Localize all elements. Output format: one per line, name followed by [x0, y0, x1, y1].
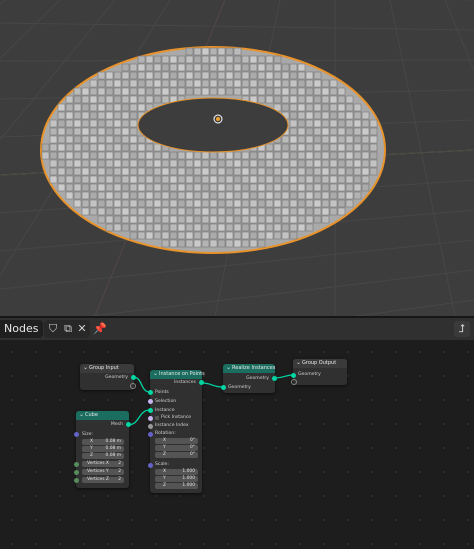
iop-points-socket[interactable]	[148, 390, 153, 395]
cube-vertices-x-label: Vertices X	[87, 461, 109, 466]
cube-size-x-field[interactable]: X 0.08 m	[82, 439, 124, 445]
cube-mesh-label: Mesh	[110, 422, 123, 427]
cube-size-x-value: 0.08 m	[105, 439, 121, 444]
realize-out-geometry-label: Geometry	[246, 376, 269, 381]
cube-vertices-z-socket[interactable]	[74, 478, 79, 483]
node-editor-header: Nodes ⛉ ⧉ ✕ 📌 ⮥	[0, 318, 474, 340]
realize-instances-node[interactable]: Realize Instances Geometry Geometry	[221, 363, 277, 393]
cube-vertices-y-value: 2	[118, 469, 121, 474]
iop-rotation-y-axis: Y	[163, 445, 166, 450]
cube-size-y-value: 0.08 m	[105, 446, 121, 451]
iop-scale-socket[interactable]	[148, 463, 153, 468]
cube-size-z-field[interactable]: Z 0.08 m	[82, 453, 124, 459]
iop-scale-x-axis: X	[163, 469, 167, 474]
cube-size-z-axis: Z	[90, 453, 94, 458]
link-cube-instance	[127, 409, 151, 426]
iop-scale-y-value: 1.000	[182, 476, 195, 481]
node-tree-name[interactable]: Nodes	[0, 320, 43, 338]
cube-vertices-y-socket[interactable]	[74, 470, 79, 475]
cube-vertices-z-value: 2	[118, 477, 121, 482]
realize-in-geometry-label: Geometry	[228, 385, 251, 390]
group-input-empty-socket[interactable]	[130, 383, 136, 389]
iop-rotation-y-value: 0°	[190, 445, 195, 450]
instance-on-points-title: Instance on Points	[150, 369, 205, 379]
cube-vertices-x-value: 2	[118, 461, 121, 466]
cube-vertices-y-field[interactable]: Vertices Y 2	[82, 469, 124, 475]
cube-size-x-axis: X	[90, 439, 94, 444]
cube-vertices-z-field[interactable]: Vertices Z 2	[82, 477, 124, 483]
group-output-empty-socket[interactable]	[291, 379, 297, 385]
voxel-torus-object[interactable]	[40, 46, 386, 254]
iop-scale-x-field[interactable]: X 1.000	[155, 469, 198, 475]
iop-scale-z-axis: Z	[163, 483, 167, 488]
viewport-canvas[interactable]	[0, 0, 474, 316]
realize-out-geometry-socket[interactable]	[272, 376, 277, 381]
iop-rotation-x-axis: X	[163, 438, 167, 443]
cube-size-z-value: 0.08 m	[105, 453, 121, 458]
group-input-geometry-socket[interactable]	[131, 375, 136, 380]
iop-rotation-z-field[interactable]: Z 0°	[155, 452, 198, 458]
node-tree-label: Nodes	[4, 322, 39, 335]
iop-instance-socket[interactable]	[148, 408, 153, 413]
cube-vertices-x-field[interactable]: Vertices X 2	[82, 461, 124, 467]
iop-scale-x-value: 1.000	[182, 469, 195, 474]
group-input-title: Group Input	[80, 363, 134, 373]
cube-vertices-x-socket[interactable]	[74, 462, 79, 467]
iop-scale-y-field[interactable]: Y 1.000	[155, 476, 198, 482]
cube-title: Cube	[76, 410, 129, 420]
iop-instances-socket[interactable]	[199, 380, 204, 385]
instance-on-points-node[interactable]: Instance on Points Instances Points Sele…	[148, 369, 205, 493]
iop-pick-instance-label: Pick Instance	[161, 415, 192, 420]
group-output-title: Group Output	[293, 358, 347, 368]
cube-node[interactable]: Cube Mesh Size: X0.08 m Y0.08 m Z0.08 m …	[74, 410, 131, 488]
iop-instance-index-label: Instance Index	[155, 423, 189, 428]
group-output-geometry-label: Geometry	[298, 372, 321, 377]
iop-selection-label: Selection	[155, 399, 177, 404]
iop-points-label: Points	[155, 390, 169, 395]
node-editor-canvas[interactable]: Group Input Geometry Cube Mesh Size: X 0.…	[0, 340, 474, 549]
cube-size-y-axis: Y	[90, 446, 93, 451]
iop-scale-y-axis: Y	[163, 476, 166, 481]
iop-instance-index-socket[interactable]	[148, 424, 153, 429]
iop-rotation-x-value: 0°	[190, 438, 195, 443]
group-input-geometry-label: Geometry	[105, 375, 128, 380]
group-input-node[interactable]: Group Input Geometry	[80, 363, 136, 390]
iop-rotation-x-field[interactable]: X 0°	[155, 438, 198, 444]
iop-selection-socket[interactable]	[148, 399, 153, 404]
iop-pick-instance-socket[interactable]	[148, 416, 153, 421]
cube-size-socket[interactable]	[74, 432, 79, 437]
link-instances-realize	[201, 382, 224, 388]
iop-instances-label: Instances	[174, 380, 196, 385]
parent-node-tree-icon[interactable]: ⮥	[454, 321, 470, 337]
fake-user-shield-icon[interactable]: ⛉	[45, 321, 61, 337]
cube-size-label: Size:	[82, 432, 93, 437]
realize-in-geometry-socket[interactable]	[221, 385, 226, 390]
group-output-node[interactable]: Group Output Geometry	[291, 358, 347, 385]
iop-instance-label: Instance	[155, 408, 175, 413]
iop-rotation-y-field[interactable]: Y 0°	[155, 445, 198, 451]
iop-rotation-label: Rotation:	[155, 431, 176, 436]
iop-scale-z-value: 1.000	[182, 483, 195, 488]
iop-rotation-socket[interactable]	[148, 432, 153, 437]
3d-viewport[interactable]	[0, 0, 474, 316]
iop-scale-z-field[interactable]: Z 1.000	[155, 483, 198, 489]
iop-scale-label: Scale:	[155, 462, 169, 467]
cube-vertices-y-label: Vertices Y	[87, 469, 109, 474]
iop-rotation-z-value: 0°	[190, 452, 195, 457]
cube-vertices-z-label: Vertices Z	[87, 477, 109, 482]
cube-mesh-socket[interactable]	[126, 422, 131, 427]
iop-pick-instance-checkbox[interactable]	[155, 416, 159, 420]
group-output-geometry-socket[interactable]	[291, 373, 296, 378]
iop-rotation-z-axis: Z	[163, 452, 167, 457]
close-icon[interactable]: ✕	[74, 321, 90, 337]
cube-size-y-field[interactable]: Y 0.08 m	[82, 446, 124, 452]
realize-instances-title: Realize Instances	[223, 363, 275, 373]
pin-icon[interactable]: 📌	[92, 321, 108, 337]
